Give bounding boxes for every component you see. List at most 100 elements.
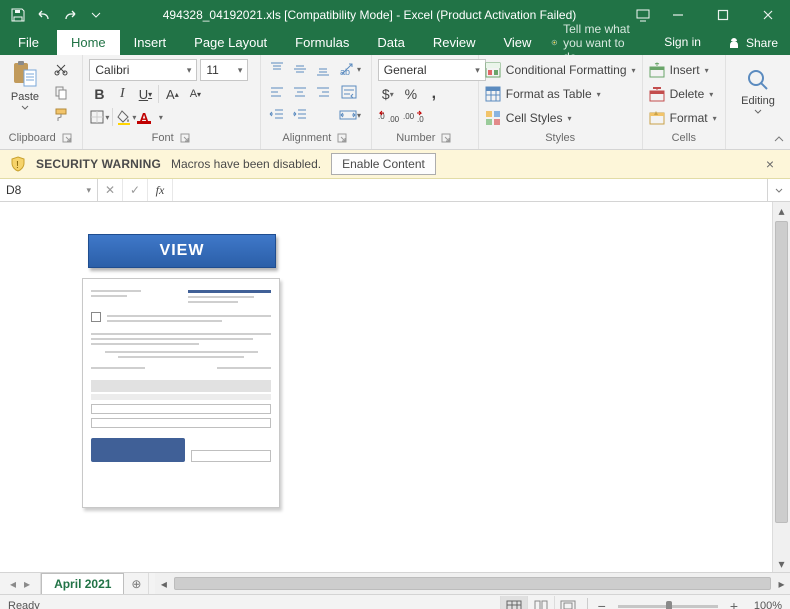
align-top-icon[interactable] bbox=[267, 59, 287, 79]
scroll-thumb[interactable] bbox=[174, 577, 771, 590]
cell-styles-button[interactable]: Cell Styles▾ bbox=[485, 107, 636, 129]
format-painter-icon[interactable] bbox=[50, 105, 72, 125]
currency-icon[interactable]: $▾ bbox=[378, 84, 398, 104]
page-break-view-icon[interactable] bbox=[554, 596, 581, 609]
copy-icon[interactable] bbox=[50, 82, 72, 102]
cut-icon[interactable] bbox=[50, 59, 72, 79]
bold-button[interactable]: B bbox=[89, 84, 109, 104]
scroll-thumb[interactable] bbox=[775, 221, 788, 523]
zoom-slider[interactable] bbox=[618, 605, 718, 608]
tab-review[interactable]: Review bbox=[419, 30, 490, 55]
collapse-ribbon-icon[interactable] bbox=[770, 131, 788, 147]
view-document-button[interactable]: VIEW bbox=[88, 234, 276, 268]
number-format-selector[interactable]: General▾ bbox=[378, 59, 486, 81]
underline-button[interactable]: U▾ bbox=[135, 84, 155, 104]
zoom-handle[interactable] bbox=[666, 601, 672, 609]
scroll-left-icon[interactable]: ◂ bbox=[155, 573, 172, 594]
zoom-in-button[interactable]: + bbox=[726, 598, 742, 609]
undo-icon[interactable] bbox=[32, 3, 56, 27]
tab-insert[interactable]: Insert bbox=[120, 30, 181, 55]
comma-icon[interactable]: , bbox=[424, 84, 444, 104]
sheet-nav-next-icon[interactable]: ▸ bbox=[24, 577, 30, 591]
cancel-formula-icon[interactable]: ✕ bbox=[98, 179, 123, 201]
font-color-icon[interactable]: A▾ bbox=[139, 107, 162, 127]
increase-font-icon[interactable]: A▴ bbox=[162, 84, 182, 104]
wrap-text-icon[interactable] bbox=[339, 82, 361, 102]
name-box[interactable]: D8▾ bbox=[0, 179, 98, 201]
delete-cells-button[interactable]: Delete▾ bbox=[649, 83, 717, 105]
tell-me-search[interactable]: Tell me what you want to do... bbox=[545, 30, 650, 55]
font-size-value: 11 bbox=[206, 63, 218, 77]
tab-view[interactable]: View bbox=[489, 30, 545, 55]
editing-button[interactable]: Editing bbox=[732, 67, 784, 115]
decrease-decimal-icon[interactable]: .00.0 bbox=[403, 107, 425, 127]
cell-styles-label: Cell Styles bbox=[506, 111, 563, 125]
zoom-value[interactable]: 100% bbox=[742, 600, 782, 609]
orientation-icon[interactable]: ab▾ bbox=[339, 59, 361, 79]
new-sheet-button[interactable]: ⊕ bbox=[124, 573, 149, 594]
tab-home[interactable]: Home bbox=[57, 30, 120, 55]
paste-button[interactable]: Paste bbox=[6, 59, 44, 111]
enter-formula-icon[interactable]: ✓ bbox=[123, 179, 148, 201]
align-center-icon[interactable] bbox=[290, 82, 310, 102]
tab-file[interactable]: File bbox=[0, 30, 57, 55]
decrease-font-icon[interactable]: A▾ bbox=[185, 84, 205, 104]
group-clipboard: Paste Clipboard bbox=[0, 55, 83, 149]
format-as-table-button[interactable]: Format as Table▾ bbox=[485, 83, 636, 105]
maximize-button[interactable] bbox=[700, 0, 745, 30]
close-bar-icon[interactable]: × bbox=[760, 156, 780, 172]
enable-content-button[interactable]: Enable Content bbox=[331, 153, 436, 175]
share-button[interactable]: Share bbox=[715, 30, 790, 55]
scroll-right-icon[interactable]: ▸ bbox=[773, 573, 790, 594]
formula-input[interactable] bbox=[173, 179, 767, 201]
dialog-launcher-icon[interactable] bbox=[439, 131, 453, 145]
merge-center-icon[interactable]: ▾ bbox=[339, 105, 361, 125]
vertical-scrollbar[interactable]: ▴ ▾ bbox=[772, 202, 790, 572]
svg-text:.00: .00 bbox=[388, 115, 400, 124]
ribbon-options-icon[interactable] bbox=[631, 3, 655, 27]
format-cells-button[interactable]: Format▾ bbox=[649, 107, 717, 129]
delete-cells-label: Delete bbox=[670, 87, 705, 101]
align-middle-icon[interactable] bbox=[290, 59, 310, 79]
font-name-selector[interactable]: Calibri▾ bbox=[89, 59, 197, 81]
scroll-down-icon[interactable]: ▾ bbox=[773, 555, 790, 572]
tab-pagelayout[interactable]: Page Layout bbox=[180, 30, 281, 55]
scroll-up-icon[interactable]: ▴ bbox=[773, 202, 790, 219]
conditional-formatting-button[interactable]: Conditional Formatting▾ bbox=[485, 59, 636, 81]
font-size-selector[interactable]: 11▾ bbox=[200, 59, 248, 81]
save-icon[interactable] bbox=[6, 3, 30, 27]
tab-formulas[interactable]: Formulas bbox=[281, 30, 363, 55]
security-title: SECURITY WARNING bbox=[36, 157, 161, 171]
redo-icon[interactable] bbox=[58, 3, 82, 27]
group-styles: Conditional Formatting▾ Format as Table▾… bbox=[479, 55, 643, 149]
worksheet-area[interactable]: VIEW ▴ ▾ bbox=[0, 202, 790, 572]
page-layout-view-icon[interactable] bbox=[527, 596, 554, 609]
borders-icon[interactable]: ▾ bbox=[89, 107, 109, 127]
fill-color-icon[interactable]: ▾ bbox=[116, 107, 136, 127]
qat-customize-icon[interactable] bbox=[84, 3, 108, 27]
sheet-nav-prev-icon[interactable]: ◂ bbox=[10, 577, 16, 591]
horizontal-scrollbar[interactable]: ◂ ▸ bbox=[155, 573, 790, 594]
insert-cells-button[interactable]: Insert▾ bbox=[649, 59, 717, 81]
dialog-launcher-icon[interactable] bbox=[60, 131, 74, 145]
close-button[interactable] bbox=[745, 0, 790, 30]
fx-icon[interactable]: fx bbox=[148, 179, 173, 201]
increase-indent-icon[interactable] bbox=[290, 105, 310, 125]
minimize-button[interactable] bbox=[655, 0, 700, 30]
cells-group-label: Cells bbox=[672, 132, 696, 144]
normal-view-icon[interactable] bbox=[500, 596, 527, 609]
dialog-launcher-icon[interactable] bbox=[178, 131, 192, 145]
increase-decimal-icon[interactable]: .0.00 bbox=[378, 107, 400, 127]
dialog-launcher-icon[interactable] bbox=[335, 131, 349, 145]
sheet-tab-active[interactable]: April 2021 bbox=[41, 573, 124, 594]
tab-data[interactable]: Data bbox=[363, 30, 418, 55]
decrease-indent-icon[interactable] bbox=[267, 105, 287, 125]
zoom-out-button[interactable]: − bbox=[594, 598, 610, 609]
align-right-icon[interactable] bbox=[313, 82, 333, 102]
italic-button[interactable]: I bbox=[112, 84, 132, 104]
percent-icon[interactable]: % bbox=[401, 84, 421, 104]
align-left-icon[interactable] bbox=[267, 82, 287, 102]
expand-formula-bar-icon[interactable] bbox=[767, 179, 790, 201]
align-bottom-icon[interactable] bbox=[313, 59, 333, 79]
sign-in-link[interactable]: Sign in bbox=[650, 30, 715, 55]
